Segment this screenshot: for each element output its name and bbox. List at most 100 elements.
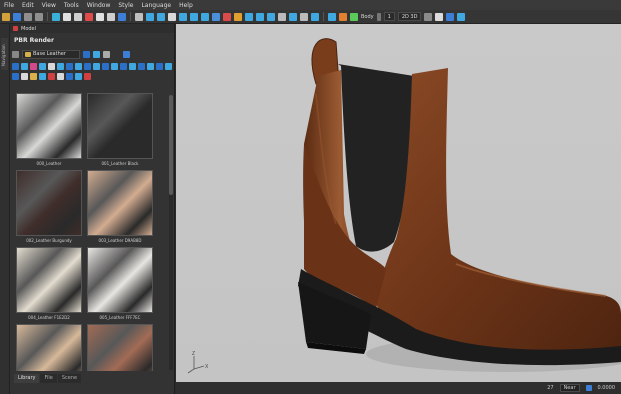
tool-icon[interactable] [138, 62, 145, 70]
mode-select[interactable]: Near [559, 384, 580, 392]
flag-icon[interactable] [339, 12, 347, 21]
select-icon[interactable] [146, 12, 154, 21]
tool-icon[interactable] [156, 62, 163, 70]
refresh-icon[interactable] [123, 50, 130, 58]
menu-help[interactable]: Help [179, 2, 193, 9]
camera-icon[interactable] [63, 12, 71, 21]
material-item[interactable]: 005_Leather FFF7EC [87, 247, 153, 320]
tool-icon[interactable] [84, 62, 91, 70]
menu-style[interactable]: Style [118, 2, 133, 9]
transform-icon[interactable] [157, 12, 165, 21]
material-item[interactable]: 004_Leather F1E2D2 [16, 247, 82, 320]
status-icon[interactable] [585, 385, 592, 391]
menu-file[interactable]: File [4, 2, 14, 9]
settings-icon[interactable] [107, 12, 115, 21]
display-icon[interactable] [424, 12, 433, 21]
material-item[interactable]: 003_Leather D9AB8D [87, 170, 153, 243]
close-icon[interactable] [13, 26, 18, 31]
curve-icon[interactable] [190, 12, 198, 21]
tool-icon[interactable] [39, 62, 46, 70]
tool-icon[interactable] [30, 62, 37, 70]
texture-icon[interactable] [245, 12, 253, 21]
measure-icon[interactable] [278, 12, 286, 21]
material-thumbnail[interactable] [16, 170, 82, 236]
lock-icon[interactable] [234, 12, 242, 21]
gear-icon[interactable] [118, 12, 126, 21]
zipper-icon[interactable] [289, 12, 297, 21]
navigation-tab[interactable]: Navigation [1, 38, 8, 70]
menu-language[interactable]: Language [141, 2, 171, 9]
material-item[interactable] [87, 324, 153, 371]
tool-icon[interactable] [30, 72, 37, 80]
view-list-icon[interactable] [83, 50, 90, 58]
path-select[interactable]: Base Leather [22, 49, 80, 59]
avatar-icon[interactable] [311, 12, 319, 21]
segment-icon[interactable] [179, 12, 187, 21]
tab-file[interactable]: File [40, 374, 57, 383]
save-icon[interactable] [13, 12, 21, 21]
record-icon[interactable] [96, 12, 104, 21]
sew-icon[interactable] [212, 12, 220, 21]
palette-icon[interactable] [446, 12, 455, 21]
material-thumbnail[interactable] [87, 170, 153, 236]
menu-window[interactable]: Window [87, 2, 111, 9]
scrollbar-thumb[interactable] [169, 95, 173, 195]
render-icon[interactable] [52, 12, 60, 21]
tool-icon[interactable] [21, 72, 28, 80]
undo-icon[interactable] [24, 12, 32, 21]
tool-icon[interactable] [75, 72, 82, 80]
tool-icon[interactable] [147, 62, 154, 70]
body-label[interactable]: Body [361, 14, 374, 20]
swap-icon[interactable] [328, 12, 336, 21]
tool-icon[interactable] [111, 62, 118, 70]
material-thumbnail[interactable] [87, 93, 153, 159]
pointer-icon[interactable] [135, 12, 143, 21]
tool-icon[interactable] [57, 72, 64, 80]
tool-icon[interactable] [75, 62, 82, 70]
pen-icon[interactable] [168, 12, 176, 21]
open-icon[interactable] [2, 12, 10, 21]
tool-icon[interactable] [39, 72, 46, 80]
material-thumbnail[interactable] [16, 324, 82, 371]
layout-icon[interactable] [457, 12, 466, 21]
tab-library[interactable]: Library [14, 374, 40, 383]
material-item[interactable]: 001_Leather Black [87, 93, 153, 166]
tool-icon[interactable] [21, 62, 28, 70]
tool-icon[interactable] [120, 62, 127, 70]
menu-view[interactable]: View [42, 2, 56, 9]
pin-icon[interactable] [223, 12, 231, 21]
material-thumbnail[interactable] [16, 93, 82, 159]
tool-icon[interactable] [12, 72, 19, 80]
brush-icon[interactable] [256, 12, 264, 21]
view-large-icon[interactable] [103, 50, 110, 58]
tool-icon[interactable] [102, 62, 109, 70]
material-item[interactable] [16, 324, 82, 371]
tool-icon[interactable] [48, 72, 55, 80]
color-icon[interactable] [350, 12, 358, 21]
3d-viewport[interactable]: Z X [176, 24, 621, 382]
material-item[interactable]: 002_Leather Burgundy [16, 170, 82, 243]
fold-icon[interactable] [201, 12, 209, 21]
arrange-icon[interactable] [267, 12, 275, 21]
window-icon[interactable] [435, 12, 444, 21]
library-scrollbar[interactable] [169, 95, 173, 370]
tool-icon[interactable] [12, 62, 19, 70]
menu-edit[interactable]: Edit [22, 2, 34, 9]
tool-icon[interactable] [84, 72, 91, 80]
menu-tools[interactable]: Tools [64, 2, 79, 9]
grid-icon[interactable] [300, 12, 308, 21]
redo-icon[interactable] [35, 12, 43, 21]
tool-icon[interactable] [93, 62, 100, 70]
chevron-down-icon[interactable] [376, 12, 381, 21]
tab-scene[interactable]: Scene [57, 374, 82, 383]
view-grid-icon[interactable] [93, 50, 100, 58]
tool-icon[interactable] [66, 72, 73, 80]
tool-icon[interactable] [66, 62, 73, 70]
view-mode-select[interactable]: 2D 3D [397, 12, 422, 21]
tool-icon[interactable] [48, 62, 55, 70]
tool-icon[interactable] [129, 62, 136, 70]
material-thumbnail[interactable] [87, 324, 153, 371]
tool-icon[interactable] [165, 62, 172, 70]
material-thumbnail[interactable] [87, 247, 153, 313]
rotate-icon[interactable] [85, 12, 93, 21]
